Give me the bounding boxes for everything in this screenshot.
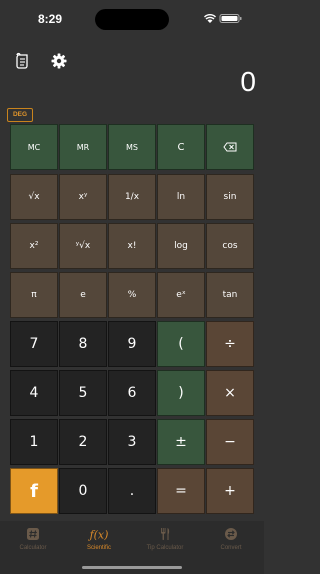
tab-label: Calculator (19, 545, 47, 551)
wifi-icon (204, 14, 216, 23)
status-time: 8:29 (37, 12, 63, 26)
fork-knife-icon (161, 528, 170, 540)
hash-icon (27, 528, 39, 540)
tab-label: Scientific (86, 545, 111, 551)
euler-button[interactable]: e (59, 272, 107, 318)
digit-1-button[interactable]: 1 (10, 419, 58, 465)
tab-calculator[interactable]: Calculator (0, 527, 66, 551)
decimal-button[interactable]: . (108, 468, 156, 514)
digit-4-button[interactable]: 4 (10, 370, 58, 416)
convert-icon (225, 528, 237, 540)
scroll-icon[interactable] (14, 52, 32, 70)
digit-2-button[interactable]: 2 (59, 419, 107, 465)
display-value: 0 (240, 66, 256, 97)
close-paren-button[interactable]: ) (157, 370, 205, 416)
svg-text:ƒ(x): ƒ(x) (88, 529, 108, 542)
memory-store-button[interactable]: MS (108, 124, 156, 170)
tab-label: Convert (220, 545, 242, 551)
clear-button[interactable]: C (157, 124, 205, 170)
divide-button[interactable]: ÷ (206, 321, 254, 367)
yroot-button[interactable]: ʸ√x (59, 223, 107, 269)
pi-button[interactable]: π (10, 272, 58, 318)
percent-button[interactable]: % (108, 272, 156, 318)
factorial-button[interactable]: x! (108, 223, 156, 269)
digit-8-button[interactable]: 8 (59, 321, 107, 367)
digit-9-button[interactable]: 9 (108, 321, 156, 367)
multiply-button[interactable]: × (206, 370, 254, 416)
tab-scientific[interactable]: ƒ(x) Scientific (66, 527, 132, 552)
cos-button[interactable]: cos (206, 223, 254, 269)
minus-button[interactable]: − (206, 419, 254, 465)
tab-tip-calculator[interactable]: Tip Calculator (132, 527, 198, 551)
digit-0-button[interactable]: 0 (59, 468, 107, 514)
angle-mode-badge[interactable]: DEG (7, 108, 33, 122)
tan-button[interactable]: tan (206, 272, 254, 318)
plus-minus-button[interactable]: ± (157, 419, 205, 465)
log-button[interactable]: log (157, 223, 205, 269)
function-icon: ƒ(x) (88, 529, 108, 542)
power-button[interactable]: xʸ (59, 174, 107, 220)
digit-3-button[interactable]: 3 (108, 419, 156, 465)
gear-icon[interactable] (50, 52, 68, 70)
backspace-button[interactable] (206, 124, 254, 170)
digit-6-button[interactable]: 6 (108, 370, 156, 416)
sqrt-button[interactable]: √x (10, 174, 58, 220)
tab-convert[interactable]: Convert (198, 527, 264, 551)
dynamic-island (95, 9, 169, 30)
exp-button[interactable]: eˣ (157, 272, 205, 318)
function-button[interactable]: f (10, 468, 58, 514)
digit-5-button[interactable]: 5 (59, 370, 107, 416)
tab-label: Tip Calculator (146, 545, 184, 551)
ln-button[interactable]: ln (157, 174, 205, 220)
home-indicator (82, 566, 182, 569)
plus-button[interactable]: + (206, 468, 254, 514)
memory-recall-button[interactable]: MR (59, 124, 107, 170)
sin-button[interactable]: sin (206, 174, 254, 220)
equals-button[interactable]: = (157, 468, 205, 514)
reciprocal-button[interactable]: 1/x (108, 174, 156, 220)
backspace-icon (223, 142, 237, 152)
battery-icon (219, 14, 242, 23)
status-icons (204, 14, 242, 23)
open-paren-button[interactable]: ( (157, 321, 205, 367)
square-button[interactable]: x² (10, 223, 58, 269)
digit-7-button[interactable]: 7 (10, 321, 58, 367)
memory-clear-button[interactable]: MC (10, 124, 58, 170)
